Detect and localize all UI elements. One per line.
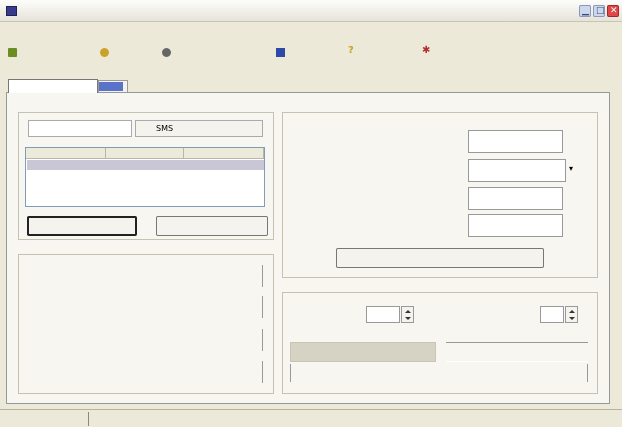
status-divider [88,412,89,426]
column-header[interactable] [26,148,106,159]
help-icon: ? [348,45,354,56]
toolbar-button-4[interactable] [276,45,344,61]
progress-track [446,342,588,362]
window-icon [276,48,285,57]
status-bar [0,409,622,427]
minimize-icon: ▁ [582,6,589,16]
app-icon [6,6,17,16]
toolbar-button-3[interactable] [162,45,272,61]
spinner-left-buttons[interactable] [401,306,414,323]
spinner-input-right[interactable] [540,306,564,323]
key-icon [100,48,109,57]
minimize-button[interactable]: ▁ [579,5,591,17]
chevron-down-icon[interactable]: ▾ [569,164,573,173]
divider [262,361,263,383]
toolbar: ? ✱ [0,41,622,65]
subtab-contacts[interactable] [28,120,132,137]
toolbar-button-1[interactable] [8,45,88,61]
title-bar[interactable]: ▁ □ ✕ [0,0,622,22]
tab-flag-icon [99,82,123,91]
divider [262,296,263,318]
column-header[interactable] [184,148,264,159]
toolbar-button-6[interactable]: ✱ [422,45,482,61]
menu-bar [0,23,622,40]
maximize-button[interactable]: □ [593,5,605,17]
divider [262,329,263,351]
star-icon: ✱ [422,45,431,56]
close-icon: ✕ [610,6,618,16]
left-action[interactable] [290,364,436,382]
close-button[interactable]: ✕ [607,5,619,17]
spinner-input-left[interactable] [366,306,400,323]
contacts-list[interactable] [25,147,265,207]
table-row[interactable] [27,160,264,170]
toolbar-button-5[interactable]: ? [348,45,418,61]
right-action[interactable] [446,364,588,382]
tab-main[interactable] [8,79,98,93]
progress-bar [290,342,436,362]
status-group [18,254,274,394]
maximize-icon: □ [596,6,605,16]
column-header[interactable] [106,148,184,159]
action-button[interactable] [336,248,544,268]
gear-icon [162,48,171,57]
text-field-3[interactable] [468,214,563,237]
spinner-right-buttons[interactable] [565,306,578,323]
divider [262,265,263,287]
bottle-icon [8,48,17,57]
tab-extra[interactable] [130,81,160,92]
text-field-2[interactable] [468,187,563,210]
subtab-sms[interactable]: SMS [135,120,263,137]
dropdown-field[interactable] [468,159,566,182]
secondary-button[interactable] [156,216,268,236]
toolbar-button-2[interactable] [100,45,152,61]
primary-button[interactable] [27,216,137,236]
text-field-1[interactable] [468,130,563,153]
